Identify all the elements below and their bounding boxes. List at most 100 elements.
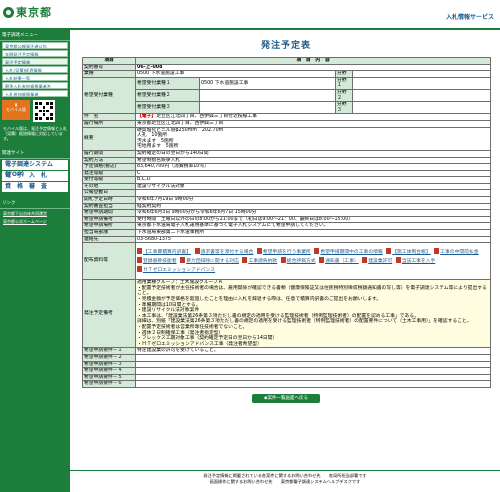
label-kenmei: 件 名 (82, 113, 136, 121)
label-gyoshu: 業種 (82, 70, 136, 78)
value-period: 契約確定の日の翌日から140日間 (134, 149, 492, 158)
sidebar: 電子調達メニュー 東京都公報発注者公告 年間発注予定情報 発注予定情報 入札(見… (0, 30, 70, 492)
pdf-icon (280, 257, 286, 264)
label-notes: 発注予定備考 (82, 279, 136, 349)
attachment-link[interactable]: 通知書（工事） (319, 257, 359, 266)
mobile-link[interactable]: ▮ モバイル版 (2, 100, 30, 120)
sidebar-heading-links: リンク (0, 198, 70, 209)
attachment-link[interactable]: 当該工事を入手 (395, 257, 435, 266)
label-period: 履行期間 (82, 149, 136, 158)
attachment-link[interactable]: ＨＴゼロエミッションアドバンス (137, 266, 215, 275)
label-bunya-1: 分野１ (335, 76, 353, 90)
qr-code-icon (33, 100, 55, 122)
value-dept: 下水道局東部第二下水道事務所 (134, 229, 492, 237)
value-docs: 【工事費積算内訳書】 請求書等を添付する場合 希望申請を行う事業所 希望申請期間… (134, 242, 492, 281)
pdf-icon (386, 248, 392, 255)
back-to-list-button[interactable]: ◆案件一覧画面へ戻る (252, 393, 320, 403)
value-kenmei: 【電子】足立区江北四丁目、西伊興三丁目付近枝線工事 (134, 113, 492, 121)
pdf-icon (256, 248, 262, 255)
value-contract-no: 06-上-008 (134, 63, 492, 72)
label-request-remark: 希望申請備考 (82, 215, 136, 224)
value-contact: 03-5680-1375 (134, 235, 492, 244)
header-divider (0, 28, 500, 30)
label-request-period: 希望申請期間 (82, 209, 136, 217)
footer: 発注予定情報に掲載されている各案件に関するお問い合わせ先 各局所担当部署です 画… (70, 470, 500, 492)
value-requirement-1: 特定建設業の許可を受けていること。 (134, 347, 492, 355)
tokyo-logo[interactable]: 東京都 (3, 4, 52, 20)
link-municipal-joint[interactable]: 東京都下自治体共同運営 (0, 210, 70, 218)
logo-text: 東京都 (16, 6, 52, 19)
label-summary: 概要 (82, 126, 136, 151)
note-line: ・配置予定技術者が主任技術者の場合は、雇用関係が確認できる書類（健康保険証又は住… (137, 285, 487, 297)
attachment-link[interactable]: 建設業許可 (362, 257, 392, 266)
main-content: 発注予定表 項目項 目 内 容 契約番号 06-上-008 業種 0500 下水道施… (82, 38, 492, 403)
label-contract-no: 契約番号 (82, 63, 136, 72)
label-bunya: 分野 (335, 70, 353, 78)
value-announce (134, 189, 492, 198)
value-grade: C (134, 169, 492, 178)
sidebar-item-qualified-names[interactable]: 競争入札参加資格業者名 (2, 82, 68, 89)
label-contact: 連絡先 (82, 235, 136, 244)
link-qualification[interactable]: 資 格 審 査 (2, 182, 68, 192)
value-notes: 適用業種グループ：土木施設グループＡ ・配置予定技術者が主任技術者の場合は、雇用… (134, 279, 492, 349)
pdf-icon (242, 257, 248, 264)
value-bunya (351, 70, 492, 78)
value-request-place: 東京都下水道局電子入札運用基準に基づく電子入札システムにて希望申請してください。 (134, 222, 492, 231)
attachment-link[interactable]: 請求書等を添付する場合 (194, 248, 253, 257)
attachment-link[interactable]: 工事の中間前払金 (434, 248, 479, 257)
label-grade: 発注等級 (82, 169, 136, 178)
attachment-link[interactable]: 【工事費積算内訳書】 (137, 248, 191, 257)
value-other: 建設リサイクル法対象 (134, 182, 492, 191)
pdf-icon (137, 257, 142, 264)
sidebar-item-progress[interactable]: 入札(見積)経過情報 (2, 66, 68, 73)
sidebar-item-results[interactable]: 入札結果一覧 (2, 74, 68, 81)
pdf-icon (180, 257, 186, 264)
service-title: 入札情報サービス (445, 14, 494, 21)
attachment-link[interactable]: 希望申請期間中の工事の情報 (314, 248, 383, 257)
label-kibo-2: 希望受付業種２ (135, 88, 200, 103)
label-kibo-gyoshu: 希望受付業種 (82, 76, 136, 115)
page-title: 発注予定表 (260, 41, 311, 51)
attachment-link[interactable]: 希望申請を行う事業所 (256, 248, 311, 257)
pdf-icon (194, 248, 200, 255)
label-request-place: 希望申請場所 (82, 222, 136, 231)
pdf-icon (137, 266, 142, 273)
value-rank: B,C,D (134, 176, 492, 184)
sidebar-item-plan[interactable]: 発注予定情報 (2, 58, 68, 65)
link-ebidding[interactable]: 電 子 入 札 (2, 171, 68, 181)
mobile-label: モバイル版 (6, 107, 26, 112)
attachment-link[interactable]: 登録基幹技能者 (137, 257, 177, 266)
header: 東京都 入札情報サービス (0, 0, 500, 30)
col-header-item: 項目 (82, 57, 136, 65)
plan-table: 項目項 目 内 容 契約番号 06-上-008 業種 0500 下水道施設工事 分野 … (82, 57, 492, 388)
link-eprocurement-top[interactable]: 電子調達システム(TOP) (2, 160, 68, 178)
label-announce: 公報登載日 (82, 189, 136, 198)
sidebar-item-annual[interactable]: 年間発注予定情報 (2, 50, 68, 57)
link-tokyo-official[interactable]: 東京都公式ホームページ (0, 218, 70, 226)
label-requirement-2: 希望申請要件－２ (82, 353, 136, 362)
value-review: 経契約契約 (134, 202, 492, 211)
summary-line: 宅地用ます 5箇所 (137, 144, 179, 150)
sidebar-item-koho[interactable]: 東京都公報発注者公告 (2, 42, 68, 49)
value-summary: 硬質塩化ビニル管φ250mm 202.70m 人孔 10箇所 汚水ます 5箇所 宅地用… (134, 126, 492, 151)
label-open: 開札予定日時 (82, 196, 136, 204)
sidebar-item-qualified[interactable]: 入札参加資格業者 (2, 90, 68, 97)
label-rank: 受付等級 (82, 176, 136, 184)
value-kibo-1: 0500 下水道施設工事 (199, 76, 336, 90)
label-review: 契約審査担当 (82, 202, 136, 211)
pdf-icon (434, 248, 440, 255)
sidebar-heading-related: 関連サイト (0, 148, 70, 159)
label-requirement-1: 希望申請要件－１ (82, 347, 136, 355)
attachment-link[interactable]: 暴力団排除に関する対応 (180, 257, 239, 266)
attachment-link[interactable]: 総合評価方式 (280, 257, 316, 266)
label-requirement-3: 希望申請要件－３ (82, 360, 136, 369)
label-requirement-6: 希望申請要件－６ (82, 380, 136, 388)
attachment-link[interactable]: 【施工体制台帳】 (386, 248, 431, 257)
label-requirement-4: 希望申請要件－４ (82, 367, 136, 375)
attachment-link[interactable]: 工事請負約款 (242, 257, 277, 266)
label-price: 予定価格(税込) (82, 163, 136, 171)
pdf-icon (319, 257, 325, 264)
tokyo-emblem-icon (3, 6, 14, 18)
value-requirement-6 (134, 380, 492, 388)
label-other: その他 (82, 182, 136, 191)
